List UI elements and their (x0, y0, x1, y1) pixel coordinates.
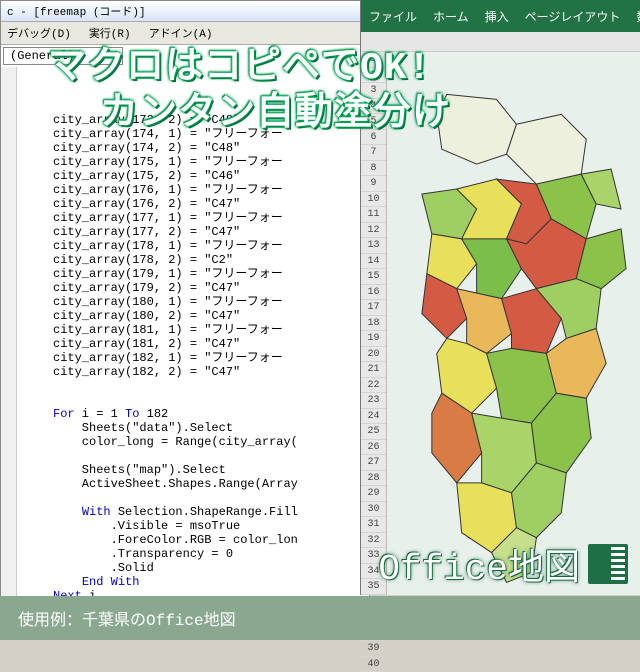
code-gutter (1, 67, 17, 627)
ribbon-tab[interactable]: ホーム (425, 8, 477, 25)
excel-ribbon: ファイルホーム挿入ページレイアウト数式データ校閲 (361, 0, 640, 32)
ribbon-tab[interactable]: ページレイアウト (517, 8, 629, 25)
ribbon-tab[interactable]: 挿入 (477, 8, 517, 25)
excel-icon (588, 544, 628, 584)
ribbon-tab[interactable]: ファイル (361, 8, 425, 25)
code-editor[interactable]: city_array(173, 2) = "C48" city_array(17… (1, 67, 369, 627)
brand-label: Office地図 (378, 538, 628, 590)
ribbon-tab[interactable]: 数式 (628, 8, 640, 25)
overlay-headline-2: カンタン自動塗分け (100, 80, 451, 136)
vbe-titlebar: c - [freemap (コード)] (1, 1, 369, 22)
footer-caption: 使用例：千葉県のOffice地図 (0, 596, 640, 640)
